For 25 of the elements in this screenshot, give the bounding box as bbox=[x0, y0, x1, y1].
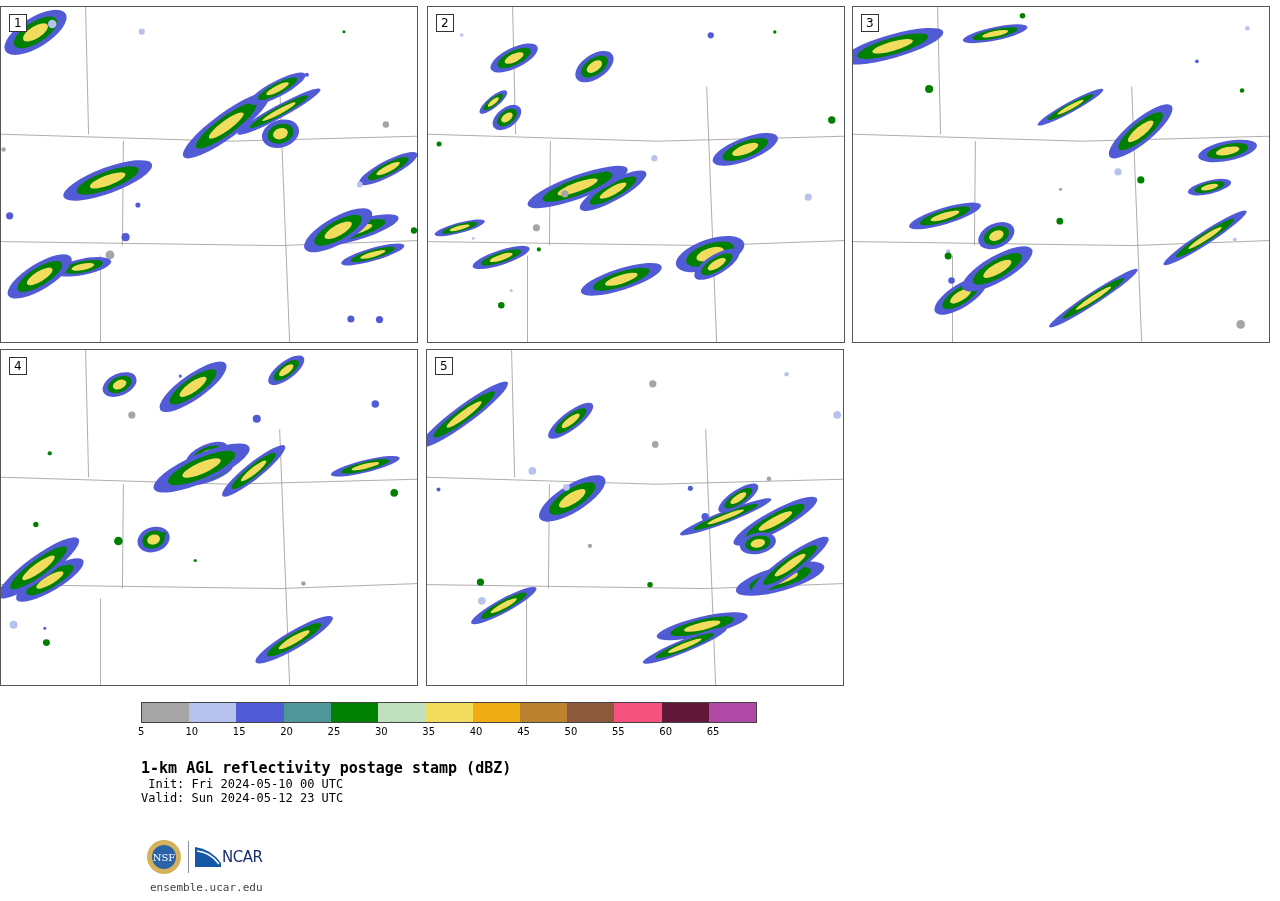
panel-number: 2 bbox=[436, 14, 454, 32]
tick-label: 50 bbox=[564, 726, 578, 737]
tick-label: 40 bbox=[469, 726, 483, 737]
ncar-logo-text: NCAR bbox=[222, 848, 263, 866]
chart-title: 1-km AGL reflectivity postage stamp (dBZ) bbox=[141, 759, 513, 777]
tick-label: 65 bbox=[706, 726, 720, 737]
tick-label: 55 bbox=[611, 726, 625, 737]
tick-label: 10 bbox=[185, 726, 199, 737]
tick-label: 15 bbox=[232, 726, 246, 737]
panel-number: 4 bbox=[9, 357, 27, 375]
tick-label: 45 bbox=[517, 726, 530, 737]
panel-number: 5 bbox=[435, 357, 453, 375]
init-time: Init: Fri 2024-05-10 00 UTC bbox=[147, 777, 345, 791]
tick-label: 30 bbox=[374, 726, 388, 737]
valid-time: Valid: Sun 2024-05-12 23 UTC bbox=[141, 791, 345, 805]
tick-label: 60 bbox=[659, 726, 673, 737]
website-url: ensemble.ucar.edu bbox=[150, 881, 264, 894]
tick-label: 5 bbox=[138, 726, 145, 737]
tick-label: 20 bbox=[280, 726, 293, 737]
panel-number: 1 bbox=[9, 14, 27, 32]
nsf-logo: NSF bbox=[146, 839, 182, 875]
ncar-logo-icon bbox=[195, 847, 221, 867]
panel-number: 3 bbox=[861, 14, 879, 32]
tick-label: 25 bbox=[327, 726, 341, 737]
tick-label: 35 bbox=[422, 726, 436, 737]
